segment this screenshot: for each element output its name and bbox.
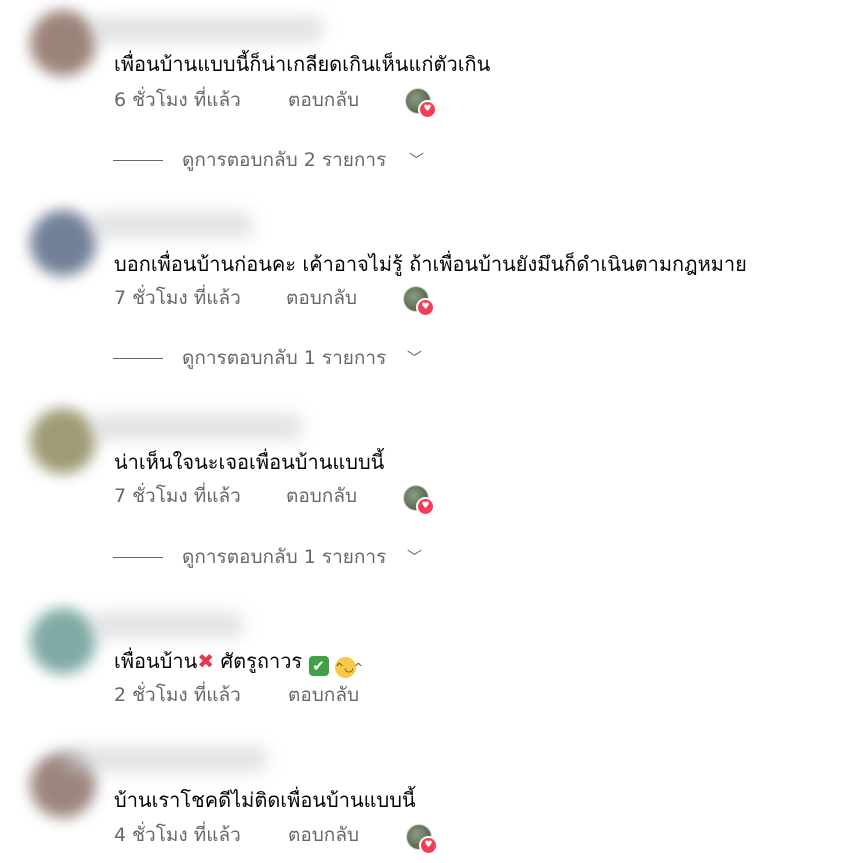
divider-dash (113, 160, 163, 161)
avatar[interactable] (30, 210, 96, 276)
heart-icon: ♥ (416, 298, 435, 317)
reply-button[interactable]: ตอบกลับ (286, 286, 357, 310)
comment-text: บ้านเราโชคดีไม่ติดเพื่อนบ้านแบบนี้ (114, 788, 416, 812)
comment-timestamp: 7 ชั่วโมง ที่แล้ว (114, 287, 241, 309)
comment-text: น่าเห็นใจนะเจอเพื่อนบ้านแบบนี้ (114, 450, 385, 474)
comment-text: บอกเพื่อนบ้านก่อนคะ เค้าอาจไม่รู้ ถ้าเพื… (114, 252, 747, 276)
chevron-down-icon: ﹀ (409, 151, 425, 169)
comment-meta: 7 ชั่วโมง ที่แล้ว ตอบกลับ (114, 484, 357, 508)
comment-timestamp: 7 ชั่วโมง ที่แล้ว (114, 485, 241, 507)
view-replies-label: ดูการตอบกลับ 2 รายการ (182, 149, 387, 171)
comment-meta: 2 ชั่วโมง ที่แล้ว ตอบกลับ (114, 683, 359, 707)
comments-panel: เพื่อนบ้านแบบนี้ก็น่าเกลียดเกินเห็นแก่ตั… (0, 0, 863, 863)
check-mark-icon: ✔ (308, 656, 329, 676)
comment-meta: 4 ชั่วโมง ที่แล้ว ตอบกลับ (114, 823, 359, 847)
laughing-face-icon: ^◡^ (334, 657, 363, 678)
heart-icon: ♥ (416, 497, 435, 516)
reply-button[interactable]: ตอบกลับ (288, 683, 359, 707)
comment-text-part: ศัตรูถาวร (220, 649, 303, 673)
author-name-blurred[interactable] (66, 746, 266, 772)
author-name-blurred[interactable] (92, 212, 252, 238)
reply-button[interactable]: ตอบกลับ (288, 823, 359, 847)
cross-mark-icon: ✖ (197, 649, 215, 673)
comment-timestamp: 2 ชั่วโมง ที่แล้ว (114, 684, 241, 706)
divider-dash (113, 358, 163, 359)
chevron-down-icon: ﹀ (407, 349, 423, 367)
comment-text: เพื่อนบ้านแบบนี้ก็น่าเกลียดเกินเห็นแก่ตั… (114, 52, 491, 76)
chevron-down-icon: ﹀ (407, 548, 423, 566)
comment-timestamp: 6 ชั่วโมง ที่แล้ว (114, 89, 241, 111)
comment-text-part: เพื่อนบ้าน (114, 649, 198, 673)
reply-button[interactable]: ตอบกลับ (288, 88, 359, 112)
comment-meta: 7 ชั่วโมง ที่แล้ว ตอบกลับ (114, 286, 357, 310)
avatar[interactable] (30, 608, 96, 674)
divider-dash (113, 557, 163, 558)
avatar[interactable] (30, 10, 96, 76)
comment-text: เพื่อนบ้าน✖ ศัตรูถาวร ✔ ^◡^ (114, 648, 363, 678)
reaction-avatar[interactable]: ♥ (403, 485, 435, 516)
avatar[interactable] (30, 408, 96, 474)
reply-button[interactable]: ตอบกลับ (286, 484, 357, 508)
view-replies-label: ดูการตอบกลับ 1 รายการ (182, 347, 387, 369)
comment-meta: 6 ชั่วโมง ที่แล้ว ตอบกลับ (114, 88, 359, 112)
reaction-avatar[interactable]: ♥ (403, 286, 435, 317)
author-name-blurred[interactable] (92, 16, 322, 42)
author-name-blurred[interactable] (92, 612, 242, 638)
view-replies-label: ดูการตอบกลับ 1 รายการ (182, 546, 387, 568)
reaction-avatar[interactable]: ♥ (406, 824, 438, 855)
author-name-blurred[interactable] (92, 414, 302, 440)
heart-icon: ♥ (418, 100, 437, 119)
comment-timestamp: 4 ชั่วโมง ที่แล้ว (114, 824, 241, 846)
heart-icon: ♥ (419, 836, 438, 855)
reaction-avatar[interactable]: ♥ (405, 88, 437, 119)
